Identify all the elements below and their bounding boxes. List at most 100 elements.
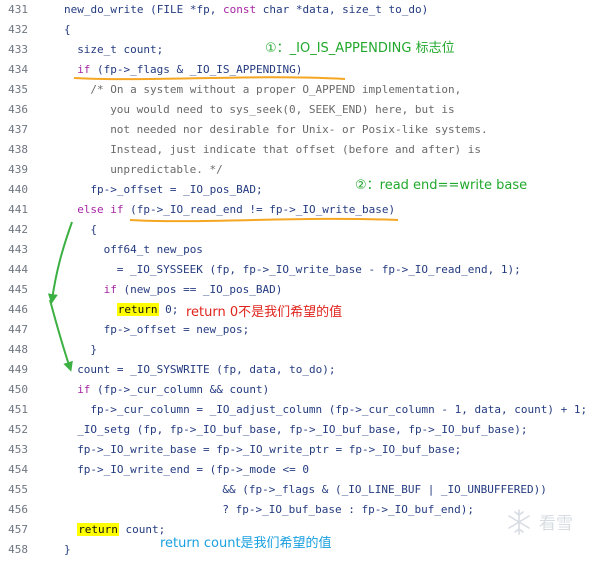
code-token: && (fp->_flags & (_IO_LINE_BUF | _IO_UNB… — [222, 483, 547, 496]
watermark-text: 看雪 — [539, 514, 573, 534]
code-line: 438 Instead, just indicate that offset (b… — [0, 140, 606, 160]
code-token: { — [64, 23, 71, 36]
line-number: 457 — [8, 523, 28, 536]
line-code: fp->_offset = _IO_pos_BAD; — [90, 180, 262, 200]
line-code: you would need to sys_seek(0, SEEK_END) … — [110, 100, 454, 120]
code-token: off64_t — [103, 243, 150, 256]
line-number: 446 — [8, 303, 28, 316]
code-token: (new_pos == _IO_pos_BAD) — [116, 283, 283, 296]
line-number: 440 — [8, 183, 28, 196]
line-number: 450 — [8, 383, 28, 396]
code-token: 0 — [165, 303, 172, 316]
line-code: } — [64, 540, 71, 560]
line-code: else if (fp->_IO_read_end != fp->_IO_wri… — [77, 200, 395, 220]
code-token: fp->_offset = new_pos; — [103, 323, 250, 336]
code-token: 0 — [302, 463, 309, 476]
code-line: 452 _IO_setg (fp, fp->_IO_buf_base, fp->_… — [0, 420, 606, 440]
line-number: 437 — [8, 123, 28, 136]
code-token: not needed nor desirable for Unix- or Po… — [110, 123, 488, 136]
line-code: if (fp->_flags & _IO_IS_APPENDING) — [77, 60, 302, 80]
code-token: _IO_setg (fp, fp->_IO_buf_base, fp->_IO_… — [77, 423, 528, 436]
line-code: _IO_setg (fp, fp->_IO_buf_base, fp->_IO_… — [77, 420, 527, 440]
code-token: else if — [77, 203, 124, 216]
line-code: && (fp->_flags & (_IO_LINE_BUF | _IO_UNB… — [222, 480, 547, 500]
line-number: 449 — [8, 363, 28, 376]
line-number: 455 — [8, 483, 28, 496]
code-token: 1 — [500, 263, 508, 276]
code-token: size_t — [77, 43, 117, 56]
code-line: 449 count = _IO_SYSWRITE (fp, data, to_do… — [0, 360, 606, 380]
line-number: 439 — [8, 163, 28, 176]
code-token: { — [90, 223, 98, 236]
annotation-return-count-wanted: return count是我们希望的值 — [160, 536, 332, 551]
code-token: count = _IO_SYSWRITE (fp, data, to_do); — [77, 363, 336, 376]
line-code: return count; — [77, 520, 165, 540]
code-token: ); — [507, 263, 521, 276]
line-code: fp->_IO_write_end = (fp->_mode <= 0 — [77, 460, 309, 480]
line-code: off64_t new_pos — [104, 240, 203, 260]
line-code: /* On a system without a proper O_APPEND… — [90, 80, 461, 100]
line-code: count = _IO_SYSWRITE (fp, data, to_do); — [77, 360, 335, 380]
code-token: if — [103, 283, 117, 296]
code-token: char *data, size_t to_do) — [256, 3, 429, 16]
line-code: { — [90, 220, 97, 240]
code-line: 445 if (new_pos == _IO_pos_BAD) — [0, 280, 606, 300]
annotation-read-end-equals-write-base: ②：read end==write base — [355, 178, 528, 193]
line-number: 442 — [8, 223, 28, 236]
code-token: new_do_write — [64, 3, 144, 16]
code-token: /* On a system without a proper O_APPEND… — [90, 83, 462, 96]
code-token: ? fp->_IO_buf_base : fp->_IO_buf_end); — [222, 503, 475, 516]
line-number: 458 — [8, 543, 28, 556]
code-line: 448} — [0, 340, 606, 360]
line-number: 452 — [8, 423, 28, 436]
line-code: new_do_write (FILE *fp, const char *data… — [64, 0, 428, 20]
code-line: 435 /* On a system without a proper O_APP… — [0, 80, 606, 100]
line-code: if (new_pos == _IO_pos_BAD) — [104, 280, 283, 300]
code-token: const — [222, 3, 257, 16]
code-token: Instead, just indicate that offset (befo… — [110, 143, 482, 156]
code-token: fp->_offset = _IO_pos_BAD; — [90, 183, 263, 196]
line-number: 441 — [8, 203, 28, 216]
return-keyword-highlight: return — [116, 303, 159, 316]
code-line: 431 new_do_write (FILE *fp, const char *d… — [0, 0, 606, 20]
line-number: 443 — [8, 243, 28, 256]
line-number: 445 — [8, 283, 28, 296]
line-code: fp->_offset = new_pos; — [104, 320, 250, 340]
code-line: 436 you would need to sys_seek(0, SEEK_EN… — [0, 100, 606, 120]
code-line: 447 fp->_offset = new_pos; — [0, 320, 606, 340]
code-token: = _IO_SYSSEEK (fp, fp->_IO_write_base - … — [116, 263, 501, 276]
kanxue-watermark: 看雪 — [505, 506, 599, 540]
code-token: , data, count) + — [461, 403, 574, 416]
line-code: { — [64, 20, 71, 40]
code-token: } — [90, 343, 98, 356]
line-code: } — [90, 340, 97, 360]
code-token: ; — [171, 303, 179, 316]
line-code: ? fp->_IO_buf_base : fp->_IO_buf_end); — [222, 500, 474, 520]
code-token: (fp->_flags & _IO_IS_APPENDING) — [90, 63, 303, 76]
code-line: 453 fp->_IO_write_base = fp->_IO_write_pt… — [0, 440, 606, 460]
line-number: 433 — [8, 43, 28, 56]
line-number: 448 — [8, 343, 28, 356]
line-code: unpredictable. */ — [110, 160, 223, 180]
annotation-appending-flag: ①：_IO_IS_APPENDING 标志位 — [265, 41, 455, 56]
line-code: Instead, just indicate that offset (befo… — [110, 140, 481, 160]
code-line: 444 = _IO_SYSSEEK (fp, fp->_IO_write_base… — [0, 260, 606, 280]
line-code: = _IO_SYSSEEK (fp, fp->_IO_write_base - … — [117, 260, 521, 280]
annotation-return-zero-unwanted: return 0不是我们希望的值 — [186, 305, 343, 320]
line-number: 447 — [8, 323, 28, 336]
code-token: fp->_IO_write_base = fp->_IO_write_ptr =… — [77, 443, 462, 456]
code-token: (FILE *fp, — [143, 3, 223, 16]
code-token: count; — [116, 43, 164, 56]
code-line: 441 else if (fp->_IO_read_end != fp->_IO_… — [0, 200, 606, 220]
line-number: 436 — [8, 103, 28, 116]
line-number: 444 — [8, 263, 28, 276]
code-line: 443 off64_t new_pos — [0, 240, 606, 260]
code-token: if — [77, 63, 91, 76]
code-token: unpredictable. */ — [110, 163, 223, 176]
code-token: fp->_IO_write_end = (fp->_mode <= — [77, 463, 303, 476]
line-code: fp->_cur_column = _IO_adjust_column (fp-… — [90, 400, 587, 420]
line-code: size_t count; — [77, 40, 163, 60]
line-number: 456 — [8, 503, 28, 516]
line-number: 434 — [8, 63, 28, 76]
line-code: if (fp->_cur_column && count) — [77, 380, 269, 400]
